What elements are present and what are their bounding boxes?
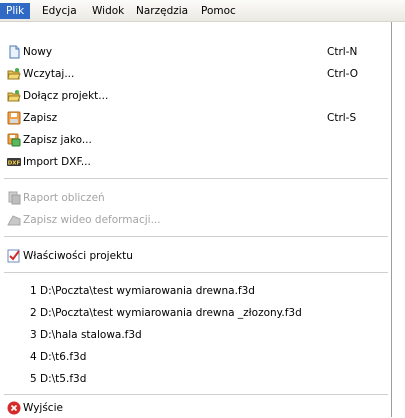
menu-separator xyxy=(4,272,388,273)
menu-item-raport-obliczen: Raport obliczeń xyxy=(0,188,391,208)
menu-item-wyjscie[interactable]: Wyjście xyxy=(0,398,391,418)
file-menu-dropdown: Nowy Ctrl-N Wczytaj... Ctrl-O Dołącz pro… xyxy=(0,22,392,417)
recent-file-item[interactable]: 3 D:\hala stalowa.f3d xyxy=(0,325,391,345)
recent-file-label: 1 D:\Poczta\test wymiarowania drewna.f3d xyxy=(30,285,255,297)
recent-file-item[interactable]: 5 D:\t5.f3d xyxy=(0,369,391,389)
menu-item-label: Zapisz jako... xyxy=(23,134,92,146)
menu-item-label: Nowy xyxy=(23,46,53,58)
menu-item-zapisz[interactable]: Zapisz Ctrl-S xyxy=(0,108,391,128)
menu-item-label: Raport obliczeń xyxy=(23,192,105,204)
menu-item-import-dxf[interactable]: DXF Import DXF... xyxy=(0,152,391,172)
recent-file-label: 5 D:\t5.f3d xyxy=(30,373,87,385)
menu-narzedzia[interactable]: Narzędzia xyxy=(130,3,194,19)
menu-item-dolacz-projekt[interactable]: Dołącz projekt... xyxy=(0,86,391,106)
recent-file-item[interactable]: 4 D:\t6.f3d xyxy=(0,347,391,367)
checklist-icon xyxy=(7,249,21,263)
open-folder-icon xyxy=(7,67,21,81)
shortcut-label: Ctrl-O xyxy=(327,68,359,80)
shortcut-label: Ctrl-N xyxy=(327,46,358,58)
menu-item-label: Import DXF... xyxy=(23,156,91,168)
menu-separator xyxy=(4,394,388,395)
attach-folder-icon xyxy=(7,89,21,103)
menu-separator xyxy=(4,178,388,179)
menu-edycja[interactable]: Edycja xyxy=(36,3,83,19)
recent-file-label: 2 D:\Poczta\test wymiarowania drewna _zł… xyxy=(30,307,302,319)
menu-item-label: Właściwości projektu xyxy=(23,250,133,262)
report-icon xyxy=(7,191,21,205)
menu-plik[interactable]: Plik xyxy=(0,3,31,19)
menu-item-wczytaj[interactable]: Wczytaj... Ctrl-O xyxy=(0,64,391,84)
menu-item-label: Dołącz projekt... xyxy=(23,90,109,102)
menu-item-label: Zapisz xyxy=(23,112,58,124)
menu-pomoc[interactable]: Pomoc xyxy=(195,3,242,19)
recent-file-item[interactable]: 1 D:\Poczta\test wymiarowania drewna.f3d xyxy=(0,281,391,301)
recent-file-item[interactable]: 2 D:\Poczta\test wymiarowania drewna _zł… xyxy=(0,303,391,323)
menu-bar: Plik Edycja Widok Narzędzia Pomoc xyxy=(0,0,405,22)
recent-file-label: 3 D:\hala stalowa.f3d xyxy=(30,329,142,341)
recent-file-label: 4 D:\t6.f3d xyxy=(30,351,87,363)
menu-separator xyxy=(4,236,388,237)
save-disk-icon xyxy=(7,111,21,125)
menu-item-label: Wyjście xyxy=(23,402,63,414)
menu-item-nowy[interactable]: Nowy Ctrl-N xyxy=(0,42,391,62)
shortcut-label: Ctrl-S xyxy=(327,112,357,124)
menu-item-label: Zapisz wideo deformacji... xyxy=(23,214,161,226)
dxf-icon: DXF xyxy=(7,155,21,169)
save-as-icon xyxy=(7,133,21,147)
new-document-icon xyxy=(7,45,21,59)
menu-item-zapisz-jako[interactable]: Zapisz jako... xyxy=(0,130,391,150)
exit-icon xyxy=(7,401,21,415)
menu-item-zapisz-wideo: Zapisz wideo deformacji... xyxy=(0,210,391,230)
video-icon xyxy=(7,213,21,227)
menu-item-wlasciwosci-projektu[interactable]: Właściwości projektu xyxy=(0,246,391,266)
menu-item-label: Wczytaj... xyxy=(23,68,75,80)
menu-widok[interactable]: Widok xyxy=(86,3,130,19)
svg-text:DXF: DXF xyxy=(8,161,21,167)
